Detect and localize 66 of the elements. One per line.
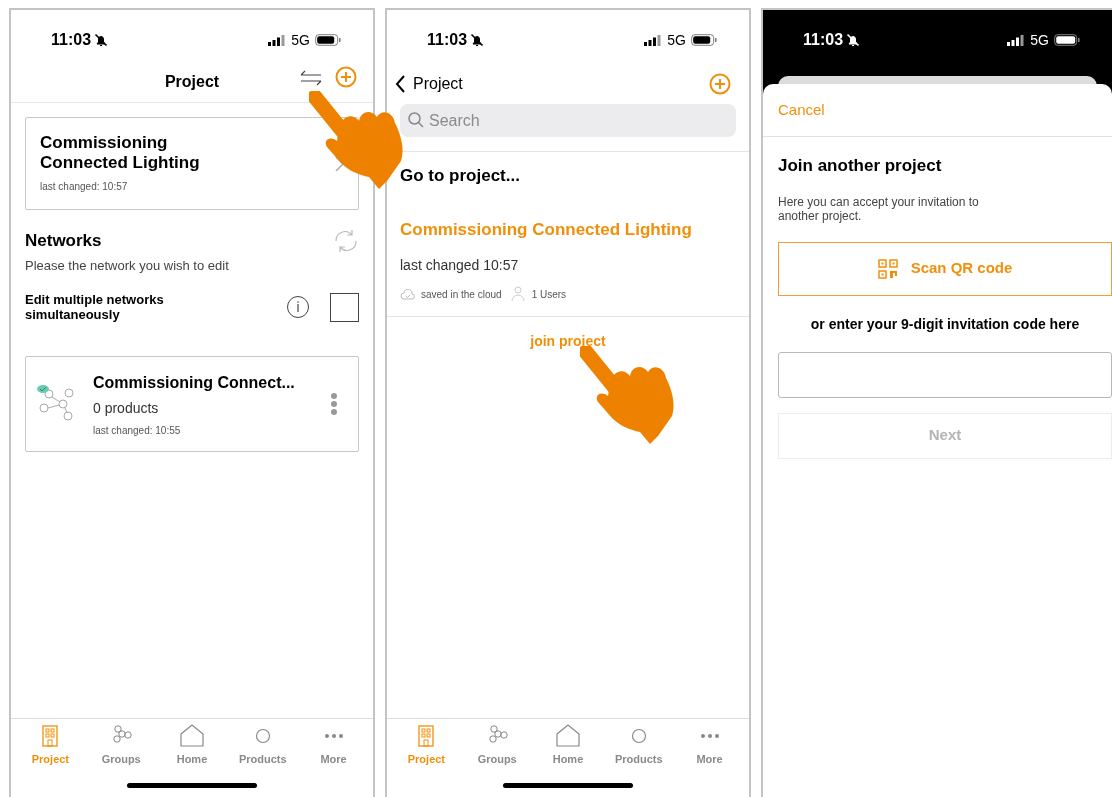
storage-status: saved in the cloud [421, 287, 502, 302]
tab-button[interactable]: Groups [467, 724, 528, 783]
more-icon [699, 733, 720, 739]
product-count: 0 products [93, 398, 160, 418]
search-field[interactable]: Search [400, 104, 736, 137]
battery-icon [1054, 34, 1080, 46]
house-icon [556, 724, 580, 748]
checkbox[interactable] [330, 292, 359, 322]
section-subtitle: Please the network you wish to edit [25, 256, 230, 275]
sheet-title: Join another project [778, 155, 943, 177]
bell-slash-icon [470, 33, 485, 47]
bell-slash-icon [94, 33, 109, 47]
swap-arrows-icon[interactable] [300, 70, 322, 86]
status-time: 11:03 [51, 30, 92, 50]
search-icon [408, 112, 424, 128]
info-icon[interactable] [286, 295, 310, 319]
signal-icon [1007, 34, 1026, 46]
project-name[interactable]: Commissioning Connected Lighting [400, 216, 736, 242]
status-time: 11:03 [803, 30, 844, 50]
section-title: Go to project... [399, 165, 521, 187]
kebab-menu-icon[interactable] [330, 392, 338, 416]
scan-qr-button[interactable]: Scan QR code [778, 241, 1112, 296]
chevron-left-icon [395, 75, 405, 93]
add-icon[interactable] [335, 66, 357, 88]
multi-edit-label: Edit multiple networks simultaneously [25, 292, 165, 322]
join-project-link[interactable]: join project [530, 331, 606, 352]
network-name: Commissioning Connect... [93, 372, 295, 393]
sheet-description: Here you can accept your invitation to another project. [778, 194, 980, 223]
house-icon [180, 724, 204, 748]
tab-button[interactable]: Groups [91, 724, 152, 783]
refresh-icon[interactable] [333, 228, 359, 253]
more-icon [323, 733, 344, 739]
user-count: 1 Users [531, 287, 567, 302]
section-title: Networks [25, 230, 102, 252]
status-time: 11:03 [427, 30, 468, 50]
project-name: Commissioning Connected Lighting [40, 133, 201, 173]
code-prompt: or enter your 9-digit invitation code here [809, 314, 1081, 334]
tab-button[interactable]: Project [396, 724, 457, 783]
user-icon [510, 286, 525, 302]
back-button[interactable]: Project [395, 72, 463, 96]
last-changed: last changed 10:57 [400, 256, 520, 275]
chevron-right-icon [334, 155, 344, 172]
header-title: Project [164, 72, 220, 92]
signal-icon [268, 34, 287, 46]
network-card[interactable]: Commissioning Connect... 0 products last changed: 10:55 [25, 356, 359, 452]
network-type: 5G [1030, 30, 1049, 50]
battery-icon [315, 34, 341, 46]
tab-button[interactable]: Project [20, 724, 81, 783]
last-changed: last changed: 10:57 [40, 180, 129, 194]
last-changed: last changed: 10:55 [93, 423, 182, 438]
tab-button[interactable]: More [679, 724, 740, 783]
network-type: 5G [291, 30, 310, 50]
cancel-button[interactable]: Cancel [778, 98, 825, 122]
bell-slash-icon [846, 33, 861, 47]
tab-button[interactable]: More [303, 724, 364, 783]
tab-button[interactable]: Home [162, 724, 222, 783]
cloud-check-icon [400, 288, 416, 300]
tab-button[interactable]: Home [538, 724, 598, 783]
tab-button[interactable]: Products [608, 724, 669, 783]
battery-icon [691, 34, 717, 46]
add-icon[interactable] [709, 73, 731, 95]
tab-button[interactable]: Products [232, 724, 293, 783]
signal-icon [644, 34, 663, 46]
qr-code-icon [877, 258, 898, 279]
network-type: 5G [667, 30, 686, 50]
invitation-code-field[interactable] [778, 351, 1112, 398]
